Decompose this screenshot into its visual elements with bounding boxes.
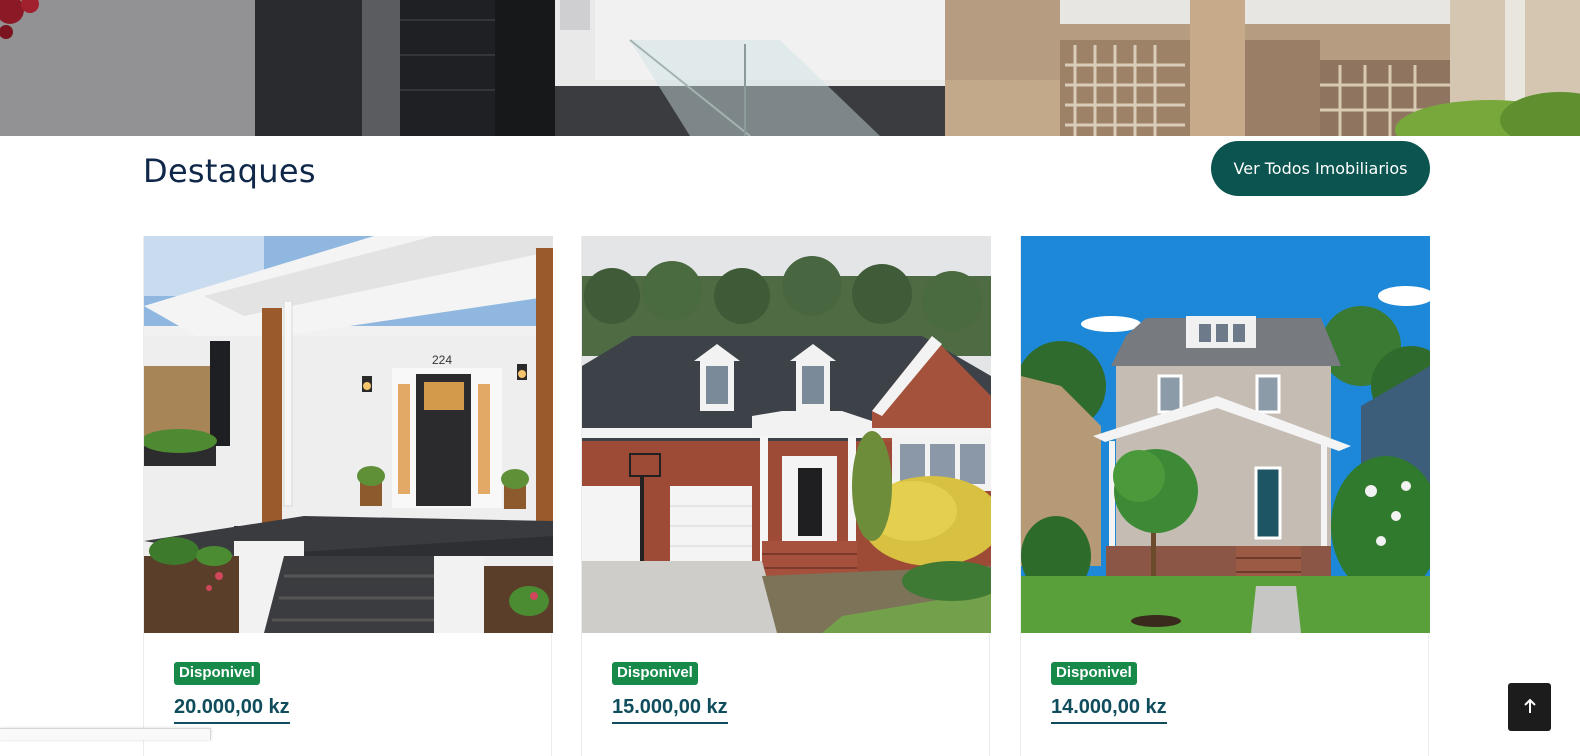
status-badge: Disponivel [1051,662,1137,685]
property-price[interactable]: 14.000,00 kz [1051,695,1167,724]
property-image[interactable]: 224 [144,236,553,633]
view-all-properties-button[interactable]: Ver Todos Imobiliarios [1211,141,1430,196]
house-number: 224 [432,353,452,367]
property-image[interactable] [1021,236,1430,633]
back-to-top-button[interactable] [1508,683,1551,731]
property-image[interactable] [582,236,991,633]
property-price[interactable]: 20.000,00 kz [174,695,290,724]
property-card[interactable]: 224 Disponivel 20.000,00 kz [143,236,553,756]
hero-banner-image [0,0,1580,136]
featured-section-header: Destaques Ver Todos Imobiliarios [143,140,1430,210]
section-title: Destaques [143,152,316,190]
recaptcha-badge[interactable] [0,728,211,740]
property-price[interactable]: 15.000,00 kz [612,695,728,724]
property-card[interactable]: Disponivel 14.000,00 kz [1020,236,1430,756]
arrow-up-icon [1523,698,1537,717]
property-card[interactable]: Disponivel 15.000,00 kz [581,236,991,756]
status-badge: Disponivel [174,662,260,685]
status-badge: Disponivel [612,662,698,685]
